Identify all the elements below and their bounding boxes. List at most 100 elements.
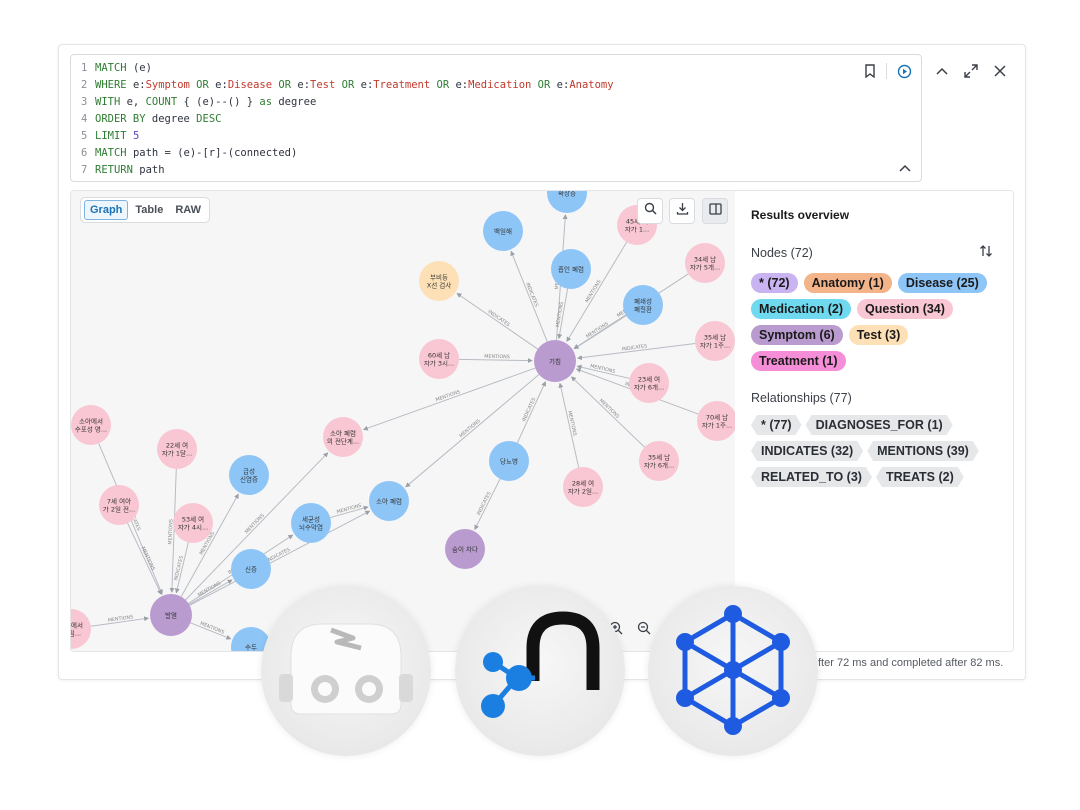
edge-label: MENTIONS (598, 398, 621, 420)
expand-icon[interactable] (961, 61, 981, 81)
graph-edge[interactable] (474, 478, 501, 531)
node-label: 당뇨병 (500, 457, 518, 466)
node-label-chip[interactable]: Treatment (1) (751, 351, 846, 371)
collapse-editor-icon[interactable] (896, 159, 914, 177)
node-label-chip[interactable]: * (72) (751, 273, 798, 293)
node-label-chip[interactable]: Symptom (6) (751, 325, 843, 345)
node-label: 기침 (549, 357, 561, 366)
graph-edge[interactable] (573, 315, 627, 350)
code-token: COUNT (145, 96, 178, 108)
code-token: e: (360, 79, 374, 91)
edge-label: MENTIONS (336, 503, 362, 516)
cypher-editor[interactable]: 1 MATCH (e) 2 WHERE e:Symptom OR e:Disease … (70, 54, 922, 182)
node-label: 뇌수막염 (299, 523, 323, 532)
code-line[interactable]: 3 WITH e, COUNT { (e)--() } as degree (81, 94, 316, 111)
relationship-type-chip[interactable]: MENTIONS (39) (867, 441, 979, 461)
node-label: 가 2일 전... (103, 505, 135, 514)
graph-node-symptom[interactable]: 숨이 차다 (445, 529, 485, 569)
relationship-type-chip[interactable]: DIAGNOSES_FOR (1) (806, 415, 953, 435)
graph-node-question[interactable]: 34세 남자가 5개... (685, 243, 725, 283)
node-label: 자가 6개... (644, 461, 674, 470)
toggle-panel-button[interactable] (702, 198, 728, 224)
line-number: 4 (81, 113, 88, 125)
code-token: e: (556, 79, 570, 91)
graph-node-disease[interactable]: 확장증 (547, 191, 587, 213)
graph-node-test[interactable]: 부비동X선 검사 (419, 261, 459, 301)
graph-node-symptom[interactable]: 발열 (150, 594, 192, 636)
graph-edge[interactable] (127, 522, 162, 595)
graph-node-question[interactable]: 53세 여자가 4시... (173, 503, 213, 543)
relationship-type-chip[interactable]: * (77) (751, 415, 802, 435)
close-icon[interactable] (990, 61, 1010, 81)
graph-node-question[interactable]: 22세 여자가 1달... (157, 429, 197, 469)
node-label: 소아 폐렴 (376, 497, 402, 506)
graph-edge[interactable] (558, 382, 580, 468)
graph-edge[interactable] (516, 381, 546, 444)
code-line[interactable]: 5 LIMIT 5 (81, 128, 139, 145)
code-line[interactable]: 4 ORDER BY degree DESC (81, 111, 221, 128)
graph-node-disease[interactable]: 당뇨병 (489, 441, 529, 481)
graph-node-disease[interactable]: 신증 (231, 549, 271, 589)
graph-svg[interactable]: MENTIONSINDICATESMENTIONSMENTIONSINDICAT… (71, 191, 735, 651)
graph-node-disease[interactable]: 폐쇄성폐질환 (623, 285, 663, 325)
node-label: 자가 5개... (690, 263, 720, 272)
relationship-type-chip[interactable]: RELATED_TO (3) (751, 467, 872, 487)
tab-graph[interactable]: Graph (84, 200, 129, 220)
graph-node-disease[interactable]: 백일해 (483, 211, 523, 251)
graph-node-question[interactable]: 7세 여아가 2일 전... (99, 485, 139, 525)
run-query-icon[interactable] (895, 62, 913, 80)
bookmark-icon[interactable] (861, 62, 879, 80)
code-token: Disease (227, 79, 273, 91)
line-number: 2 (81, 79, 88, 91)
node-label-chip[interactable]: Question (34) (857, 299, 953, 319)
edge-label: MENTIONS (555, 301, 565, 327)
graph-edge[interactable] (188, 579, 233, 605)
node-label-chip[interactable]: Test (3) (848, 325, 909, 345)
tab-raw[interactable]: RAW (170, 201, 206, 219)
graph-node-question[interactable]: 60세 남자가 3시... (419, 339, 459, 379)
node-label-chip[interactable]: Disease (25) (897, 273, 987, 293)
graph-node-question[interactable]: 35세 남자가 6개... (639, 441, 679, 481)
node-label: 확장증 (558, 191, 576, 198)
graph-node-question[interactable]: 소아 폐렴의 전단계... (323, 417, 363, 457)
code-token: Anatomy (569, 79, 614, 91)
graph-node-symptom[interactable]: 기침 (534, 340, 576, 382)
graph-canvas[interactable]: MENTIONSINDICATESMENTIONSMENTIONSINDICAT… (71, 191, 735, 651)
code-line[interactable]: 6 MATCH path = (e)-[r]-(connected) (81, 145, 297, 162)
graph-node-question[interactable]: 70세 남자가 1주... (697, 401, 735, 441)
graph-node-disease[interactable]: 급성신염증 (229, 455, 269, 495)
graph-node-question[interactable]: 소아에서급 림... (71, 609, 91, 649)
code-line[interactable]: 1 MATCH (e) (81, 60, 152, 77)
node-label: 자가 3시... (424, 359, 454, 368)
tab-table[interactable]: Table (130, 201, 168, 219)
download-icon (676, 202, 689, 220)
robot-logo (261, 586, 431, 756)
edge-label: MENTIONS (584, 279, 602, 304)
graph-node-question[interactable]: 23세 여자가 6개... (629, 363, 669, 403)
relationship-type-chip[interactable]: TREATS (2) (876, 467, 964, 487)
download-button[interactable] (669, 198, 695, 224)
graph-edge[interactable] (510, 250, 548, 342)
chevron-up-icon[interactable] (932, 61, 952, 81)
node-label-chip[interactable]: Anatomy (1) (803, 273, 892, 293)
relationship-type-chip[interactable]: INDICATES (32) (751, 441, 863, 461)
sort-icon[interactable] (979, 244, 993, 263)
code-token: (e) (132, 62, 152, 74)
node-label: 35세 남 (704, 333, 726, 342)
edge-label: MENTIONS (566, 410, 577, 436)
side-panel-icon (708, 202, 722, 220)
graph-node-question[interactable]: 35세 남자가 1주... (695, 321, 735, 361)
graph-node-disease[interactable]: 세균성뇌수막염 (291, 503, 331, 543)
graph-node-disease[interactable]: 소아 폐렴 (369, 481, 409, 521)
graph-node-disease[interactable]: 흡인 폐렴 (551, 249, 591, 289)
graph-edge[interactable] (456, 293, 538, 350)
line-number: 7 (81, 164, 88, 176)
code-line[interactable]: 2 WHERE e:Symptom OR e:Disease OR e:Test … (81, 77, 614, 94)
code-token: degree (151, 113, 197, 125)
search-button[interactable] (637, 198, 663, 224)
graph-node-question[interactable]: 소아에서수포성 명... (71, 405, 111, 445)
node-label: 28세 여 (572, 479, 594, 488)
node-label-chip[interactable]: Medication (2) (751, 299, 852, 319)
graph-node-question[interactable]: 28세 여자가 2일... (563, 467, 603, 507)
code-line[interactable]: 7 RETURN path (81, 162, 165, 179)
